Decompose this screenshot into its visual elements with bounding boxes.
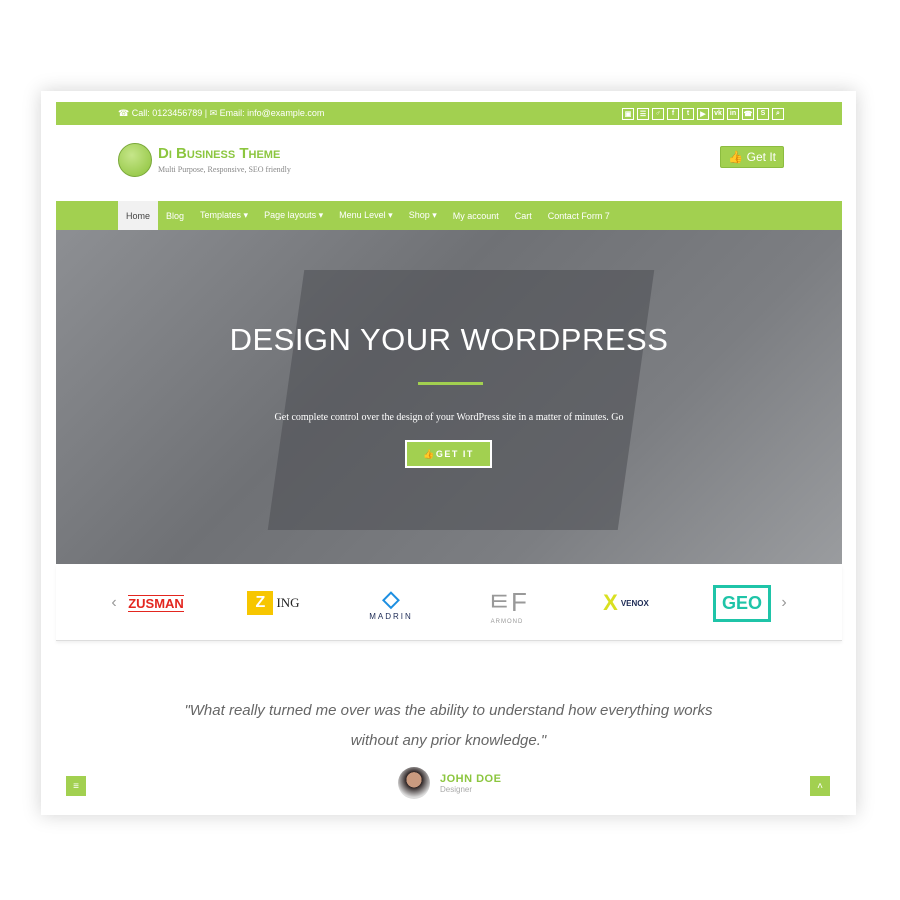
site-title[interactable]: Di Business Theme xyxy=(158,145,280,162)
search-icon[interactable]: ⌕ xyxy=(772,107,784,120)
nav-shop[interactable]: Shop ▾ xyxy=(401,201,445,230)
hero-divider xyxy=(418,382,483,385)
twitter-icon[interactable]: t xyxy=(682,107,694,120)
logo-madrin-text: MADRIN xyxy=(369,611,413,621)
logo-zusman[interactable]: ZUSMAN xyxy=(126,565,186,641)
user-icon[interactable]: ♂ xyxy=(652,107,664,120)
main-nav: Home Blog Templates ▾ Page layouts ▾ Men… xyxy=(56,201,842,230)
logo-armond-text: ARMOND xyxy=(490,618,524,625)
vk-icon[interactable]: vk xyxy=(712,107,724,120)
armond-mark-icon: ㅌF xyxy=(487,586,527,617)
nav-page-layouts[interactable]: Page layouts ▾ xyxy=(256,201,331,230)
top-bar: ☎ Call: 0123456789 | ✉ Email: info@examp… xyxy=(56,102,842,125)
hero-background-image xyxy=(267,270,655,530)
page-card: ☎ Call: 0123456789 | ✉ Email: info@examp… xyxy=(41,91,856,815)
skype-icon[interactable]: S xyxy=(757,107,769,120)
logo-madrin[interactable]: ◇ MADRIN xyxy=(361,565,421,641)
testimonial-author: JOHN DOE Designer xyxy=(398,767,501,799)
quote-line-2: without any prior knowledge." xyxy=(350,732,547,749)
site-header: Di Business Theme Multi Purpose, Respons… xyxy=(56,125,842,201)
menu-toggle-button[interactable]: ≡ xyxy=(66,776,86,796)
site-logo[interactable] xyxy=(118,143,152,177)
scroll-to-top-button[interactable]: ˄ xyxy=(810,776,830,796)
nav-my-account[interactable]: My account xyxy=(445,201,507,230)
hero-subtitle: Get complete control over the design of … xyxy=(274,412,624,423)
linkedin-icon[interactable]: in xyxy=(727,107,739,120)
carousel-next-icon[interactable]: › xyxy=(774,565,794,641)
logo-geo-text: GEO xyxy=(713,584,772,622)
nav-cart[interactable]: Cart xyxy=(507,201,540,230)
whatsapp-icon[interactable]: ☎ xyxy=(742,107,754,120)
cart-icon[interactable]: ☰ xyxy=(637,107,649,120)
author-role: Designer xyxy=(440,784,473,794)
logo-venox-text: VENOX xyxy=(620,598,649,608)
avatar xyxy=(398,767,430,799)
nav-menu-level[interactable]: Menu Level ▾ xyxy=(331,201,401,230)
testimonial-quote: "What really turned me over was the abil… xyxy=(41,696,856,756)
venox-mark-icon: X xyxy=(603,590,618,615)
nav-home[interactable]: Home xyxy=(118,201,159,230)
facebook-icon[interactable]: f xyxy=(667,107,679,120)
social-icons: ▣ ☰ ♂ f t ▶ vk in ☎ S ⌕ xyxy=(622,107,784,120)
madrin-mark-icon: ◇ xyxy=(382,585,400,611)
nav-contact-form[interactable]: Contact Form 7 xyxy=(540,201,618,230)
client-logos-carousel: ‹ ZUSMAN Z ING ◇ MADRIN ㅌF ARMOND X VENOX GE… xyxy=(56,565,842,641)
logo-zing-text: ING xyxy=(276,595,300,610)
nav-templates[interactable]: Templates ▾ xyxy=(192,201,256,230)
carousel-prev-icon[interactable]: ‹ xyxy=(104,565,124,641)
hero-get-it-button[interactable]: 👍GET IT xyxy=(405,440,492,468)
bag-icon[interactable]: ▣ xyxy=(622,107,634,120)
hero-banner: DESIGN YOUR WORDPRESS Get complete contr… xyxy=(56,230,842,564)
contact-info: ☎ Call: 0123456789 | ✉ Email: info@examp… xyxy=(118,108,325,118)
author-name: JOHN DOE xyxy=(440,772,502,785)
site-tagline: Multi Purpose, Responsive, SEO friendly xyxy=(158,165,291,174)
hero-title: DESIGN YOUR WORDPRESS xyxy=(229,322,669,357)
logo-venox[interactable]: X VENOX xyxy=(591,565,661,641)
quote-line-1: "What really turned me over was the abil… xyxy=(184,702,713,719)
youtube-icon[interactable]: ▶ xyxy=(697,107,709,120)
nav-blog[interactable]: Blog xyxy=(158,201,192,230)
get-it-button[interactable]: 👍 Get It xyxy=(720,146,784,168)
logo-geo[interactable]: GEO xyxy=(713,565,772,641)
logo-armond[interactable]: ㅌF ARMOND xyxy=(476,565,538,641)
logo-zing[interactable]: Z ING xyxy=(241,565,306,641)
zing-mark-icon: Z xyxy=(247,591,274,615)
logo-zusman-text: ZUSMAN xyxy=(128,594,184,612)
